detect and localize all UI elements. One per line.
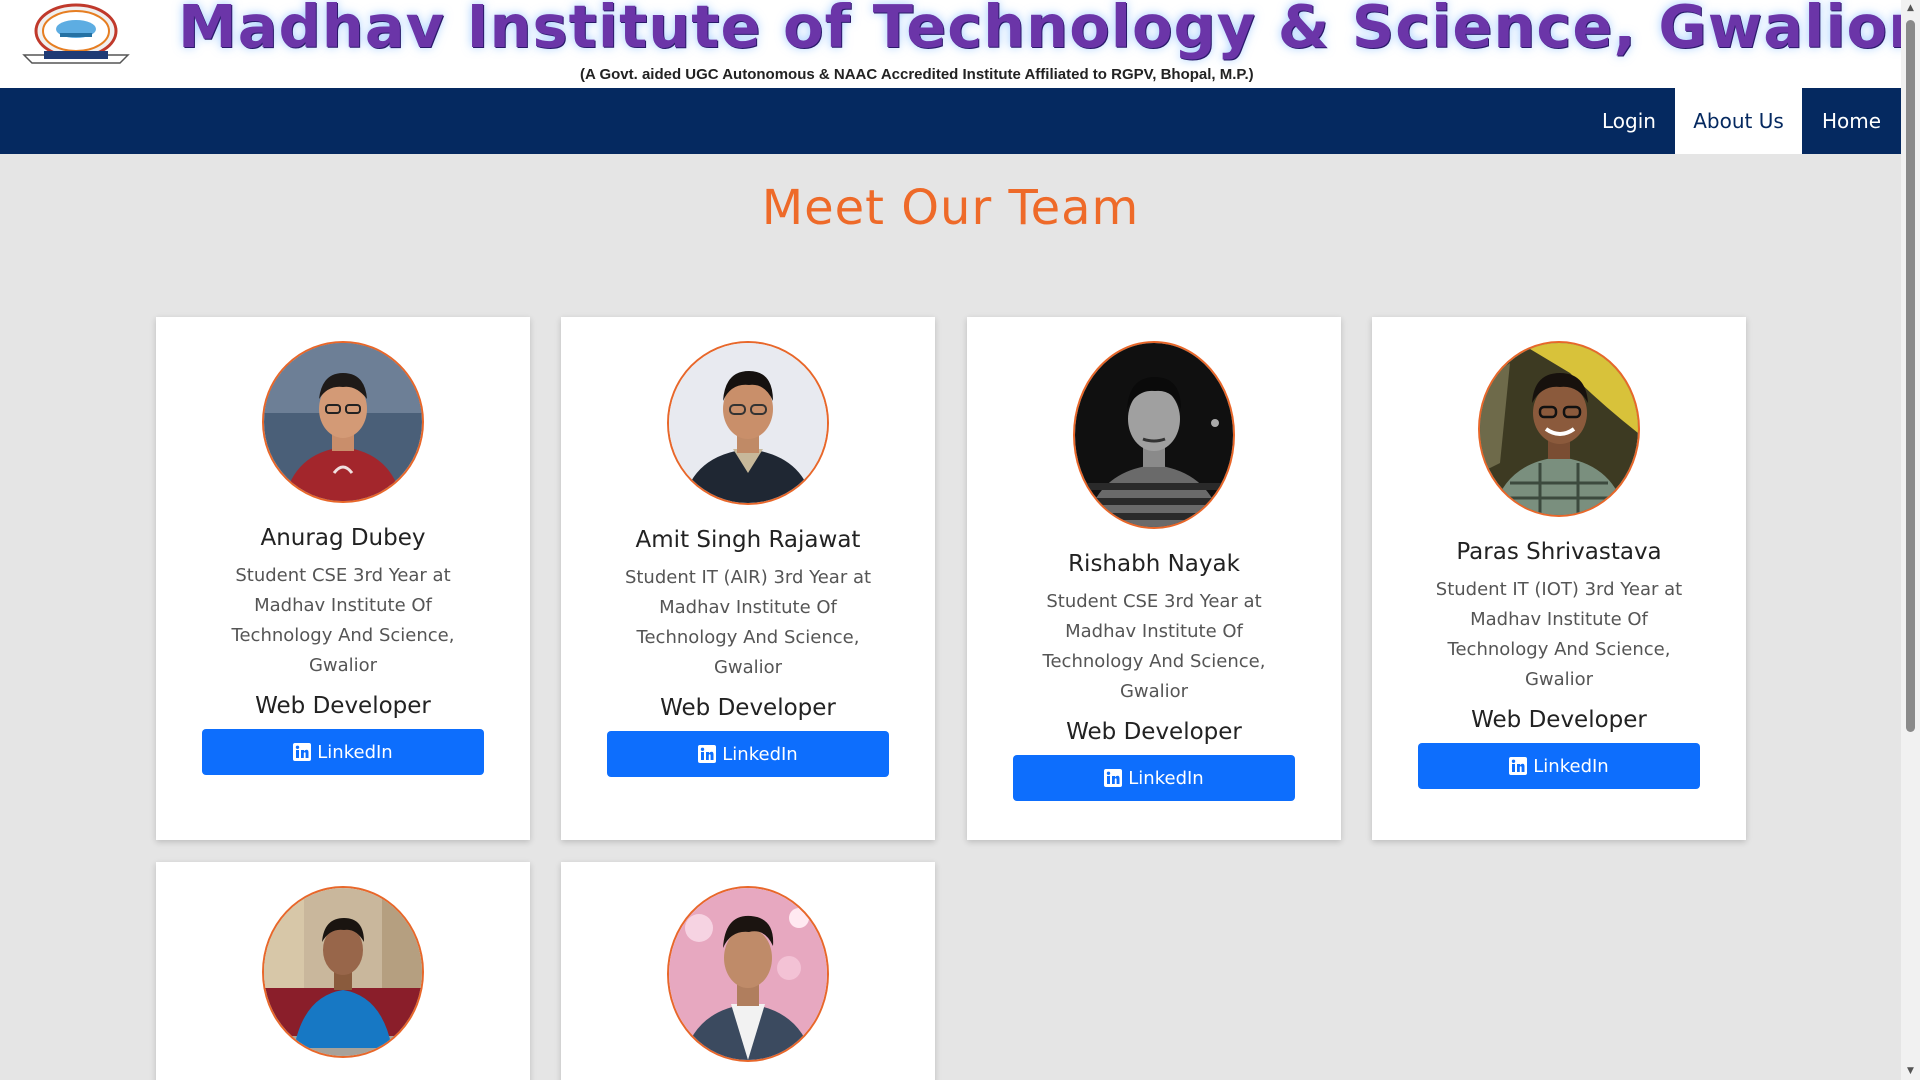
- linkedin-button[interactable]: LinkedIn: [1013, 755, 1295, 801]
- linkedin-icon: [698, 745, 717, 763]
- member-photo-avatar: [667, 341, 829, 505]
- member-role: Web Developer: [1066, 719, 1242, 745]
- linkedin-button-label: LinkedIn: [1128, 767, 1204, 789]
- scroll-up-arrow-icon[interactable]: ▲: [1901, 0, 1920, 17]
- member-photo-avatar: [667, 886, 829, 1062]
- linkedin-button-label: LinkedIn: [722, 743, 798, 765]
- member-name: Paras Shrivastava: [1456, 539, 1662, 565]
- member-photo-avatar: [262, 886, 424, 1058]
- member-name: Rishabh Nayak: [1068, 551, 1240, 577]
- linkedin-icon: [293, 743, 312, 761]
- institute-subtitle: (A Govt. aided UGC Autonomous & NAAC Acc…: [580, 66, 1254, 83]
- nav-home-link[interactable]: Home: [1802, 88, 1901, 154]
- member-description: Student IT (AIR) 3rd Year at Madhav Inst…: [624, 567, 872, 678]
- member-name: Anurag Dubey: [260, 525, 426, 551]
- team-card: Paras Shrivastava Student IT (IOT) 3rd Y…: [1372, 317, 1746, 840]
- team-card: [156, 862, 530, 1080]
- header-banner: Madhav Institute of Technology & Science…: [0, 0, 1919, 88]
- linkedin-button[interactable]: LinkedIn: [607, 731, 889, 777]
- team-card: Rishabh Nayak Student CSE 3rd Year at Ma…: [967, 317, 1341, 840]
- member-photo-avatar: [262, 341, 424, 503]
- member-name: Amit Singh Rajawat: [635, 527, 861, 553]
- linkedin-button[interactable]: LinkedIn: [1418, 743, 1700, 789]
- linkedin-icon: [1509, 757, 1528, 775]
- member-description: Student CSE 3rd Year at Madhav Institute…: [231, 565, 455, 676]
- team-card: Amit Singh Rajawat Student IT (AIR) 3rd …: [561, 317, 935, 840]
- team-card: [561, 862, 935, 1080]
- member-description: Student CSE 3rd Year at Madhav Institute…: [1042, 591, 1266, 702]
- linkedin-icon: [1104, 769, 1123, 787]
- institute-seal-icon: [16, 3, 136, 65]
- team-card: Anurag Dubey Student CSE 3rd Year at Mad…: [156, 317, 530, 840]
- member-photo-avatar: [1073, 341, 1235, 529]
- member-role: Web Developer: [255, 693, 431, 719]
- nav-login-link[interactable]: Login: [1584, 88, 1674, 154]
- linkedin-button-label: LinkedIn: [317, 741, 393, 763]
- member-photo-avatar: [1478, 341, 1640, 517]
- scroll-down-arrow-icon[interactable]: ▼: [1901, 1063, 1920, 1080]
- linkedin-button-label: LinkedIn: [1533, 755, 1609, 777]
- section-title: Meet Our Team: [761, 180, 1140, 236]
- linkedin-button[interactable]: LinkedIn: [202, 729, 484, 775]
- top-navbar: Login About Us Home: [0, 88, 1901, 154]
- member-role: Web Developer: [1471, 707, 1647, 733]
- nav-about-us-link[interactable]: About Us: [1675, 88, 1802, 154]
- vertical-scrollbar[interactable]: ▲ ▼: [1901, 0, 1920, 1080]
- scrollbar-thumb[interactable]: [1906, 20, 1915, 732]
- member-description: Student IT (IOT) 3rd Year at Madhav Inst…: [1435, 579, 1683, 690]
- member-role: Web Developer: [660, 695, 836, 721]
- page: Madhav Institute of Technology & Science…: [0, 0, 1920, 1080]
- institute-title: Madhav Institute of Technology & Science…: [178, 0, 1919, 61]
